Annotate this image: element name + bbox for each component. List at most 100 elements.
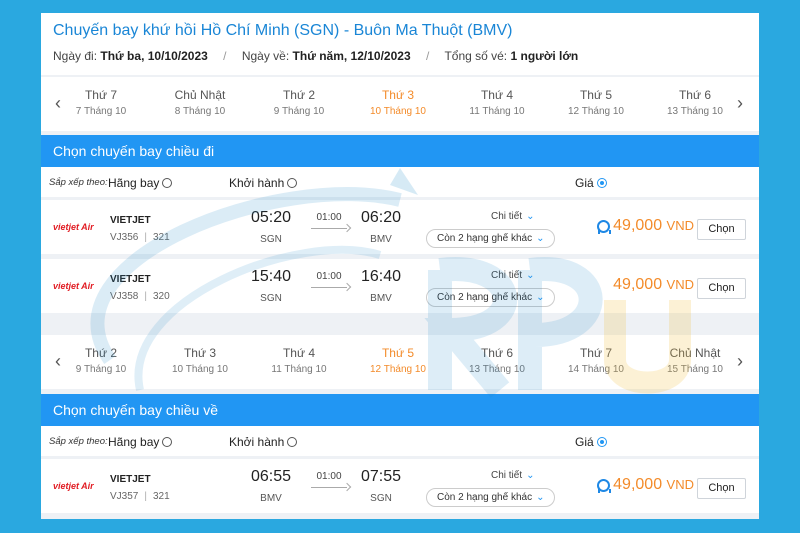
flight-duration: 01:00 — [316, 271, 342, 282]
choose-flight-button[interactable]: Chọn — [697, 219, 746, 240]
date-option[interactable]: Thứ 4 11 Tháng 10 — [251, 346, 347, 375]
sort-by-price[interactable]: Giá — [575, 176, 607, 190]
departure-airport: BMV — [260, 493, 282, 504]
date-weekday: Chủ Nhật — [174, 88, 226, 102]
return-date-label: Ngày về: — [241, 49, 290, 63]
date-option[interactable]: Thứ 6 13 Tháng 10 — [449, 346, 545, 375]
date-selector: ‹ Thứ 29 Tháng 10 Thứ 3 10 Tháng 10 Thứ 4 11 … — [41, 335, 759, 389]
chevron-down-icon: ⌄ — [536, 292, 545, 303]
date-option[interactable]: Thứ 6 13 Tháng 10 — [647, 88, 743, 117]
airline-name: VIETJET — [110, 215, 151, 226]
date-option[interactable]: Thứ 4 11 Tháng 10 — [449, 88, 545, 117]
sort-label: Sắp xếp theo: — [49, 436, 108, 447]
flight-row: vietjet Air VIETJET VJ357 | 321 06:55 BMV 01:00… — [41, 459, 759, 513]
date-option[interactable]: Chủ Nhật 15 Tháng 10 — [647, 346, 743, 375]
chevron-right-icon[interactable]: › — [733, 351, 747, 372]
date-selector: ‹ Thứ 77 Tháng 10 Chủ Nhật 8 Tháng 10 Thứ 29… — [41, 77, 759, 131]
departure-airport: SGN — [260, 234, 282, 245]
date-option[interactable]: Thứ 2 9 Tháng 10 — [251, 88, 347, 117]
chevron-down-icon: ⌄ — [526, 270, 535, 281]
return-date-value: Thứ năm, 12/10/2023 — [292, 49, 411, 63]
sort-by-airline[interactable]: Hãng bay — [108, 176, 173, 190]
flight-number: VJ356 — [110, 232, 139, 243]
page-title: Chuyến bay khứ hồi Hồ Chí Minh (SGN) - B… — [53, 22, 513, 39]
sort-option-label: Hãng bay — [108, 176, 160, 190]
radio-button[interactable] — [596, 178, 607, 188]
tickets-label: Tổng số vé: — [444, 49, 508, 63]
award-icon — [596, 220, 611, 236]
date-weekday: Chủ Nhật — [669, 346, 721, 360]
departure-time: 15:40 — [250, 268, 292, 285]
date-option[interactable]: Chủ Nhật 8 Tháng 10 — [152, 88, 248, 117]
vietjet-logo: vietjet Air — [53, 481, 94, 491]
arrival-time: 07:55 — [360, 468, 402, 485]
date-option[interactable]: Thứ 5 12 Tháng 10 — [548, 88, 644, 117]
date-weekday: Thứ 2 — [282, 88, 316, 102]
seat-class-dropdown[interactable]: Còn 2 hạng ghế khác ⌄ — [426, 488, 556, 507]
date-weekday: Thứ 5 — [579, 88, 613, 102]
departure-time: 06:55 — [250, 468, 292, 485]
price-amount: 49,000 — [613, 217, 663, 234]
sort-by-price[interactable]: Giá — [575, 435, 607, 449]
vietjet-logo: vietjet Air — [53, 222, 94, 232]
arrow-right-icon — [311, 483, 351, 491]
sort-option-label: Hãng bay — [108, 435, 160, 449]
flight-row: vietjet Air VIETJET VJ356 | 321 05:20 SGN 01:00… — [41, 200, 759, 254]
arrival-airport: BMV — [370, 293, 392, 304]
date-day-month: 12 Tháng 10 — [370, 364, 426, 375]
flight-detail-toggle[interactable]: Chi tiết ⌄ — [491, 270, 535, 281]
seat-class-dropdown[interactable]: Còn 2 hạng ghế khác ⌄ — [426, 288, 556, 307]
arrival-airport: BMV — [370, 234, 392, 245]
date-day-month: 9 Tháng 10 — [273, 106, 325, 117]
seat-class-label: Còn 2 hạng ghế khác — [437, 233, 533, 244]
date-day-month: 9 Tháng 10 — [75, 364, 127, 375]
sort-by-departure[interactable]: Khởi hành — [229, 176, 298, 190]
radio-button[interactable] — [596, 437, 607, 447]
date-weekday: Thứ 6 — [480, 346, 514, 360]
date-weekday: Thứ 7 — [579, 346, 613, 360]
date-option[interactable]: Thứ 3 10 Tháng 10 — [152, 346, 248, 375]
flight-detail-toggle[interactable]: Chi tiết ⌄ — [491, 211, 535, 222]
flight-price: 49,000 VND — [609, 476, 694, 494]
seat-class-label: Còn 2 hạng ghế khác — [437, 292, 533, 303]
choose-flight-button[interactable]: Chọn — [697, 278, 746, 299]
flight-price: 49,000 VND — [609, 276, 694, 294]
date-weekday: Thứ 4 — [282, 346, 316, 360]
chevron-down-icon: ⌄ — [526, 470, 535, 481]
depart-date-label: Ngày đi: — [53, 49, 98, 63]
radio-button[interactable] — [162, 178, 173, 188]
flight-duration: 01:00 — [316, 471, 342, 482]
seat-class-dropdown[interactable]: Còn 2 hạng ghế khác ⌄ — [426, 229, 556, 248]
date-option[interactable]: Thứ 3 10 Tháng 10 — [350, 88, 446, 117]
date-option[interactable]: Thứ 2 9 Tháng 10 — [53, 346, 149, 375]
arrow-right-icon — [311, 224, 351, 232]
radio-button[interactable] — [287, 178, 298, 188]
sort-by-departure[interactable]: Khởi hành — [229, 435, 298, 449]
radio-button[interactable] — [162, 437, 173, 447]
flight-duration: 01:00 — [316, 212, 342, 223]
date-option[interactable]: Thứ 7 7 Tháng 10 — [53, 88, 149, 117]
date-day-month: 14 Tháng 10 — [568, 364, 624, 375]
choose-flight-button[interactable]: Chọn — [697, 478, 746, 499]
divider: | — [144, 491, 147, 502]
search-header: Chuyến bay khứ hồi Hồ Chí Minh (SGN) - B… — [41, 13, 759, 75]
date-option[interactable]: Thứ 7 14 Tháng 10 — [548, 346, 644, 375]
detail-label: Chi tiết — [491, 211, 523, 222]
divider: | — [144, 232, 147, 243]
date-day-month: 12 Tháng 10 — [568, 106, 624, 117]
sort-by-airline[interactable]: Hãng bay — [108, 435, 173, 449]
airline-name: VIETJET — [110, 474, 151, 485]
seat-class-label: Còn 2 hạng ghế khác — [437, 492, 533, 503]
date-day-month: 8 Tháng 10 — [174, 106, 226, 117]
flight-detail-toggle[interactable]: Chi tiết ⌄ — [491, 470, 535, 481]
detail-label: Chi tiết — [491, 270, 523, 281]
separator: / — [425, 49, 430, 63]
date-day-month: 13 Tháng 10 — [667, 106, 723, 117]
date-day-month: 10 Tháng 10 — [370, 106, 426, 117]
date-option[interactable]: Thứ 5 12 Tháng 10 — [350, 346, 446, 375]
airline-name: VIETJET — [110, 274, 151, 285]
chevron-right-icon[interactable]: › — [733, 93, 747, 114]
radio-button[interactable] — [287, 437, 298, 447]
aircraft-type: 321 — [152, 491, 170, 502]
sort-options: Sắp xếp theo: Hãng bay Khởi hành Giá — [41, 167, 759, 197]
